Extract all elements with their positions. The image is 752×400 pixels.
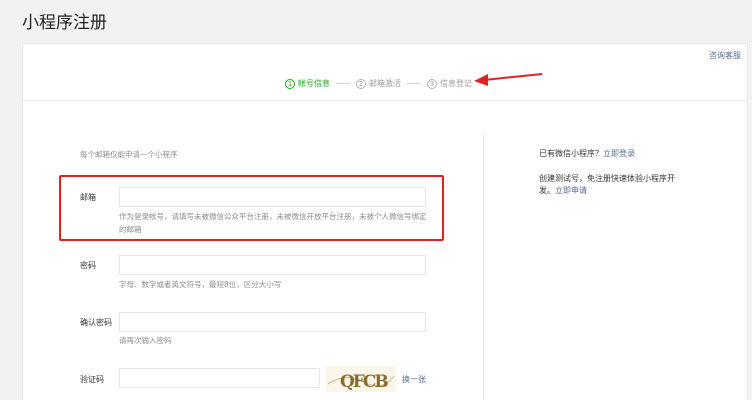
annotation-highlight-box — [59, 175, 444, 241]
customer-service-link[interactable]: 咨询客服 — [709, 50, 741, 61]
captcha-text: QFCB — [340, 372, 388, 392]
password-label: 密码 — [80, 261, 96, 270]
step-connector — [336, 83, 350, 84]
step-number: 3 — [427, 78, 437, 89]
step-connector — [407, 83, 421, 84]
column-divider — [483, 134, 484, 400]
apply-link[interactable]: 立即申请 — [555, 186, 587, 195]
step-indicator: 1 帐号信息 2 邮箱激活 3 信息登记 — [285, 78, 472, 89]
step-info-registration: 3 信息登记 — [427, 78, 472, 89]
captcha-input[interactable] — [119, 368, 320, 388]
form-hint: 每个邮箱仅能申请一个小程序 — [80, 150, 178, 159]
has-account-label: 已有微信小程序？ — [539, 149, 603, 158]
refresh-captcha-link[interactable]: 换一张 — [402, 374, 426, 385]
existing-account-text: 已有微信小程序？立即登录 — [539, 148, 679, 160]
step-label: 帐号信息 — [298, 79, 330, 88]
step-number: 1 — [285, 78, 295, 89]
captcha-label: 验证码 — [80, 375, 104, 384]
step-label: 邮箱激活 — [369, 79, 401, 88]
step-email-activation: 2 邮箱激活 — [356, 78, 401, 89]
page-title: 小程序注册 — [22, 13, 107, 33]
step-label: 信息登记 — [440, 79, 472, 88]
password-help: 字母、数字或者英文符号，最短8位，区分大小写 — [119, 280, 282, 289]
step-account-info: 1 帐号信息 — [285, 78, 330, 89]
header-divider — [23, 100, 747, 101]
login-link[interactable]: 立即登录 — [603, 149, 635, 158]
step-number: 2 — [356, 78, 366, 89]
confirm-password-input[interactable] — [119, 312, 426, 332]
password-input[interactable] — [119, 255, 426, 275]
confirm-password-label: 确认密码 — [80, 318, 112, 327]
test-account-text: 创建测试号，免注册快速体验小程序开发。立即申请 — [539, 173, 679, 197]
registration-card: 咨询客服 1 帐号信息 2 邮箱激活 3 信息登记 每个邮箱仅能申请一个小程序 … — [22, 43, 748, 400]
confirm-password-help: 请再次输入密码 — [119, 336, 172, 345]
captcha-image[interactable]: QFCB — [326, 366, 396, 392]
